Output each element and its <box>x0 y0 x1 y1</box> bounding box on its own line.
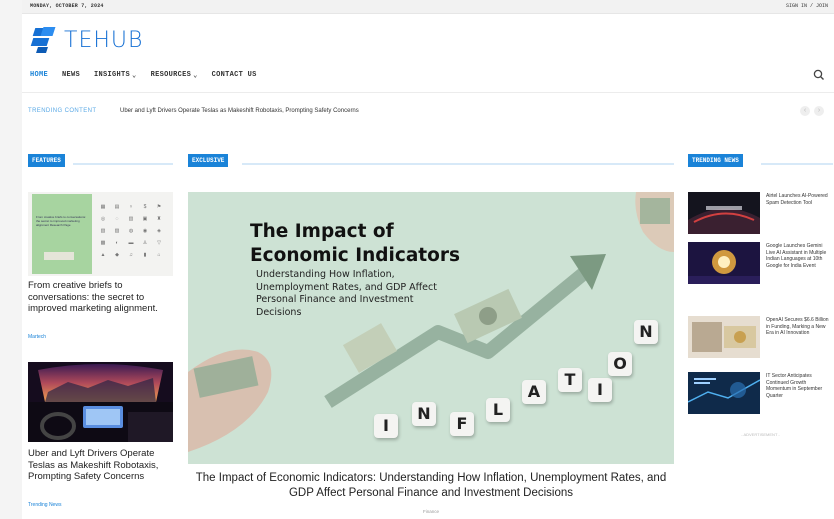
nav-item-news[interactable]: NEWS <box>62 71 80 79</box>
top-bar: MONDAY, OCTOBER 7, 2024 SIGN IN / JOIN <box>22 0 834 14</box>
features-heading: FEATURES <box>28 154 65 167</box>
next-arrow-button[interactable]: › <box>814 106 824 116</box>
dice-letter: I <box>588 378 612 402</box>
exclusive-section-header: EXCLUSIVE <box>188 154 674 167</box>
page: MONDAY, OCTOBER 7, 2024 SIGN IN / JOIN T… <box>22 0 834 519</box>
dice-letter: N <box>412 402 436 426</box>
car-interior-image <box>28 362 173 442</box>
dice-letter: L <box>486 398 510 422</box>
dice-letter: N <box>634 320 658 344</box>
nav-item-contact-us[interactable]: CONTACT US <box>212 71 257 79</box>
news-title[interactable]: Google Launches Gemini Live AI Assistant… <box>766 243 830 269</box>
main-nav: HOME NEWS INSIGHTS ⌄ RESOURCES ⌄ CONTACT U… <box>30 68 257 82</box>
feature-post-title[interactable]: Uber and Lyft Drivers Operate Teslas as … <box>28 448 178 483</box>
dice-letter: F <box>450 412 474 436</box>
trending-news-item[interactable]: IT Sector Anticipates Continued Growth M… <box>688 372 833 417</box>
nav-item-resources[interactable]: RESOURCES ⌄ <box>151 71 198 80</box>
exclusive-post-category[interactable]: Finance <box>188 509 674 514</box>
prev-arrow-button[interactable]: ‹ <box>800 106 810 116</box>
dice-letter: O <box>608 352 632 376</box>
nav-divider <box>22 92 834 93</box>
chevron-down-icon: ⌄ <box>193 71 198 80</box>
news-thumbnail <box>688 372 760 414</box>
feature-post-category[interactable]: Martech <box>28 334 46 340</box>
feature-image-marketing[interactable]: From creative briefs to conversations: t… <box>28 192 173 276</box>
news-title[interactable]: OpenAI Secures $6.6 Billion in Funding, … <box>766 317 830 337</box>
trending-news-heading: TRENDING NEWS <box>688 154 743 167</box>
trending-headline-link[interactable]: Uber and Lyft Drivers Operate Teslas as … <box>120 108 359 114</box>
logo-text: TEHUB <box>64 27 144 53</box>
trending-ticker: TRENDING CONTENT Uber and Lyft Drivers O… <box>22 104 834 120</box>
icon-grid: ▦ ▤ ♆ $ ⚑ ◎ ◌ ▥ ▣ ♜ ▧ ▨ ◍ ◉ ◈ ▩ ◐ ▬ ♙ ▽ ▲ ◆ ♫ ▮ ⌂ <box>100 204 162 258</box>
nav-item-home[interactable]: HOME <box>30 71 48 79</box>
trending-news-item[interactable]: Google Launches Gemini Live AI Assistant… <box>688 242 833 287</box>
hero-subheading: Understanding How Inflation, Unemploymen… <box>256 269 437 318</box>
news-thumbnail <box>688 192 760 234</box>
nav-item-insights[interactable]: INSIGHTS ⌄ <box>94 71 137 80</box>
advertisement-label: - ADVERTISEMENT - <box>741 432 780 437</box>
feature-post-category[interactable]: Trending News <box>28 502 61 508</box>
search-button[interactable] <box>812 68 826 82</box>
news-thumbnail <box>688 242 760 284</box>
logo-mark-icon <box>30 26 60 54</box>
exclusive-hero-image[interactable]: The Impact of Economic Indicators Unders… <box>188 192 674 464</box>
feature-post-title[interactable]: From creative briefs to conversations: t… <box>28 280 178 315</box>
current-date: MONDAY, OCTOBER 7, 2024 <box>30 3 104 9</box>
dice-letter: I <box>374 414 398 438</box>
dice-letter: A <box>522 380 546 404</box>
dice-letter: T <box>558 368 582 392</box>
sign-in-link[interactable]: SIGN IN / JOIN <box>786 3 828 9</box>
features-section-header: FEATURES <box>28 154 173 167</box>
trending-label: TRENDING CONTENT <box>28 108 97 114</box>
site-logo[interactable]: TEHUB <box>30 25 144 55</box>
chevron-down-icon: ⌄ <box>132 71 137 80</box>
news-thumbnail <box>688 316 760 358</box>
exclusive-post-title[interactable]: The Impact of Economic Indicators: Under… <box>188 471 674 501</box>
news-title[interactable]: IT Sector Anticipates Continued Growth M… <box>766 373 830 399</box>
trending-news-item[interactable]: Airtel Launches AI-Powered Spam Detectio… <box>688 192 833 237</box>
search-icon <box>813 69 824 80</box>
news-title[interactable]: Airtel Launches AI-Powered Spam Detectio… <box>766 193 830 206</box>
trending-news-item[interactable]: OpenAI Secures $6.6 Billion in Funding, … <box>688 316 833 361</box>
exclusive-heading: EXCLUSIVE <box>188 154 229 167</box>
feature-image-robotaxi[interactable] <box>28 362 173 442</box>
hero-heading: The Impact of Economic Indicators <box>250 221 460 266</box>
feature-image-caption: From creative briefs to conversations: t… <box>36 215 87 227</box>
trending-news-section-header: TRENDING NEWS <box>688 154 833 167</box>
